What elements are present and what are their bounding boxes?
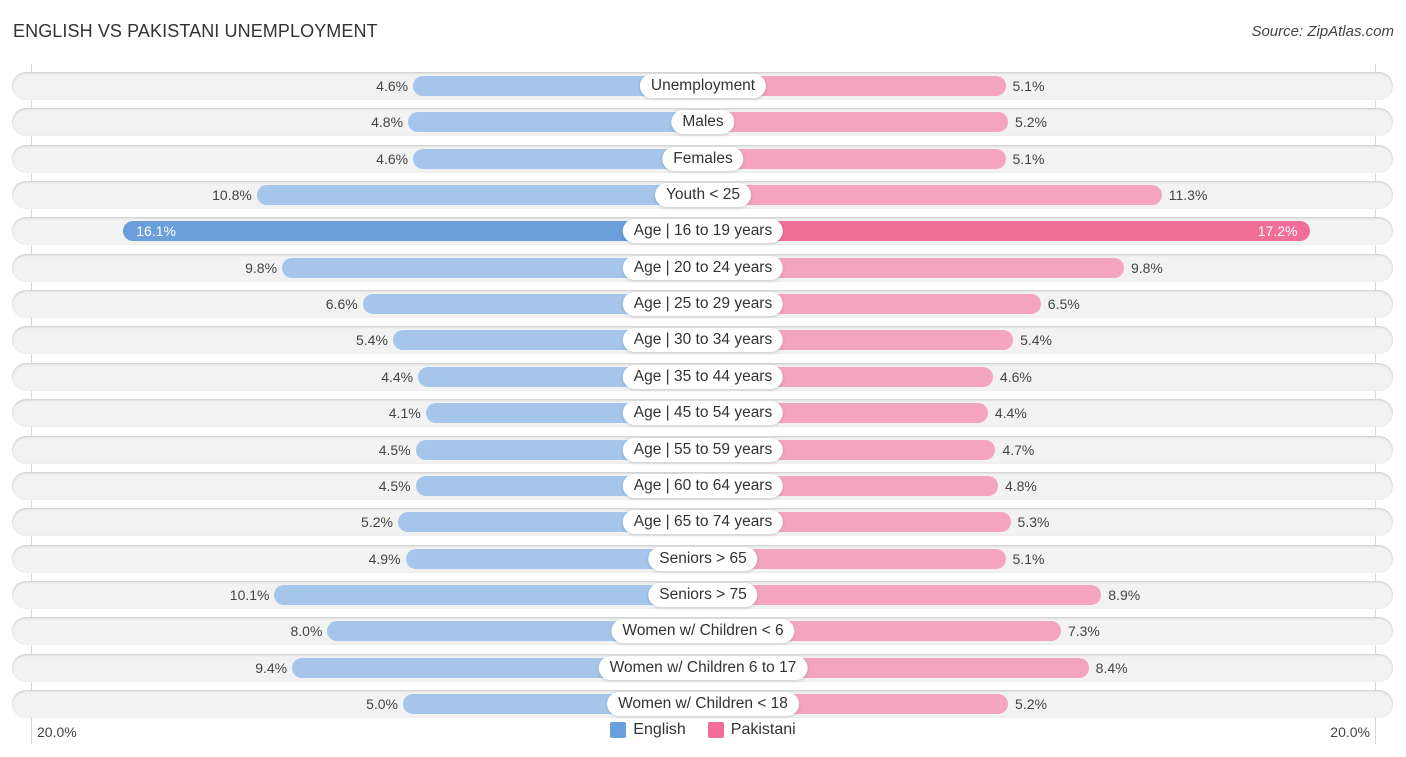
- value-label-english: 10.8%: [212, 187, 252, 204]
- value-label-english: 4.6%: [376, 150, 409, 167]
- category-label: Females: [662, 146, 744, 171]
- value-label-pakistani: 4.6%: [999, 368, 1032, 385]
- category-label: Seniors > 65: [648, 546, 758, 571]
- bar-pakistani: [703, 185, 1162, 206]
- value-label-pakistani: 11.3%: [1168, 187, 1208, 204]
- legend-item-pakistani: Pakistani: [707, 721, 796, 739]
- category-label: Age | 20 to 24 years: [622, 255, 784, 280]
- category-label: Age | 16 to 19 years: [622, 219, 784, 244]
- bar-pakistani: [703, 584, 1102, 605]
- legend: English Pakistani: [0, 721, 1406, 739]
- category-label: Age | 30 to 34 years: [622, 328, 784, 353]
- value-label-pakistani: 4.8%: [1004, 477, 1037, 494]
- value-label-english: 4.5%: [378, 477, 411, 494]
- bar-english: [413, 148, 703, 169]
- bar-pakistani: [703, 221, 1311, 242]
- bar-english: [123, 221, 703, 242]
- bar-english: [256, 185, 703, 206]
- category-label: Age | 45 to 54 years: [622, 401, 784, 426]
- category-label: Age | 25 to 29 years: [622, 292, 784, 317]
- value-label-pakistani: 4.4%: [994, 405, 1027, 422]
- legend-swatch-pakistani: [707, 722, 724, 738]
- bar-english: [408, 112, 703, 133]
- value-label-english: 16.1%: [136, 223, 176, 240]
- category-label: Women w/ Children < 18: [607, 691, 799, 716]
- category-label: Unemployment: [639, 74, 767, 98]
- value-label-english: 4.4%: [381, 368, 414, 385]
- bar-english: [274, 584, 703, 605]
- value-label-pakistani: 5.1%: [1012, 78, 1045, 94]
- value-label-pakistani: 5.1%: [1012, 550, 1045, 567]
- value-label-english: 4.9%: [368, 550, 401, 567]
- bar-pakistani: [703, 112, 1009, 133]
- legend-item-english: English: [610, 721, 686, 739]
- value-label-english: 10.1%: [229, 586, 270, 603]
- value-label-pakistani: 8.9%: [1108, 586, 1141, 603]
- category-label: Seniors > 75: [648, 582, 758, 607]
- value-label-pakistani: 6.5%: [1047, 296, 1080, 313]
- chart-area: 4.6% 5.1% Unemployment 4.8% 5.2% Males 4.6% 5.1…: [0, 0, 1406, 757]
- value-label-english: 5.2%: [361, 514, 393, 531]
- legend-label-pakistani: Pakistani: [730, 721, 796, 738]
- category-label: Age | 60 to 64 years: [622, 473, 784, 498]
- value-label-pakistani: 8.4%: [1095, 659, 1128, 676]
- value-label-pakistani: 7.3%: [1067, 623, 1100, 640]
- value-label-pakistani: 4.7%: [1002, 441, 1035, 458]
- value-label-pakistani: 5.3%: [1017, 514, 1050, 531]
- category-label: Age | 55 to 59 years: [622, 437, 784, 462]
- value-label-english: 4.6%: [376, 78, 409, 94]
- legend-swatch-english: [610, 722, 627, 738]
- legend-label-english: English: [633, 721, 686, 738]
- category-label: Age | 35 to 44 years: [622, 364, 784, 389]
- value-label-pakistani: 5.2%: [1015, 114, 1047, 131]
- value-label-english: 4.5%: [378, 441, 411, 458]
- category-label: Males: [671, 110, 735, 135]
- value-label-english: 9.4%: [255, 659, 288, 676]
- value-label-pakistani: 17.2%: [1257, 223, 1298, 240]
- value-label-pakistani: 9.8%: [1130, 259, 1163, 276]
- bar-pakistani: [703, 148, 1006, 169]
- category-label: Women w/ Children 6 to 17: [598, 655, 808, 680]
- category-label: Women w/ Children < 6: [611, 619, 795, 644]
- value-label-english: 4.1%: [388, 405, 421, 422]
- value-label-pakistani: 5.1%: [1012, 150, 1045, 167]
- value-label-english: 5.4%: [356, 332, 388, 349]
- value-label-english: 5.0%: [366, 695, 398, 712]
- value-label-english: 9.8%: [245, 259, 278, 276]
- value-label-english: 6.6%: [325, 296, 358, 313]
- value-label-pakistani: 5.2%: [1015, 695, 1047, 712]
- category-label: Youth < 25: [655, 183, 751, 208]
- category-label: Age | 65 to 74 years: [622, 510, 784, 535]
- value-label-pakistani: 5.4%: [1020, 332, 1052, 349]
- value-label-english: 4.8%: [371, 114, 404, 131]
- value-label-english: 8.0%: [290, 623, 323, 640]
